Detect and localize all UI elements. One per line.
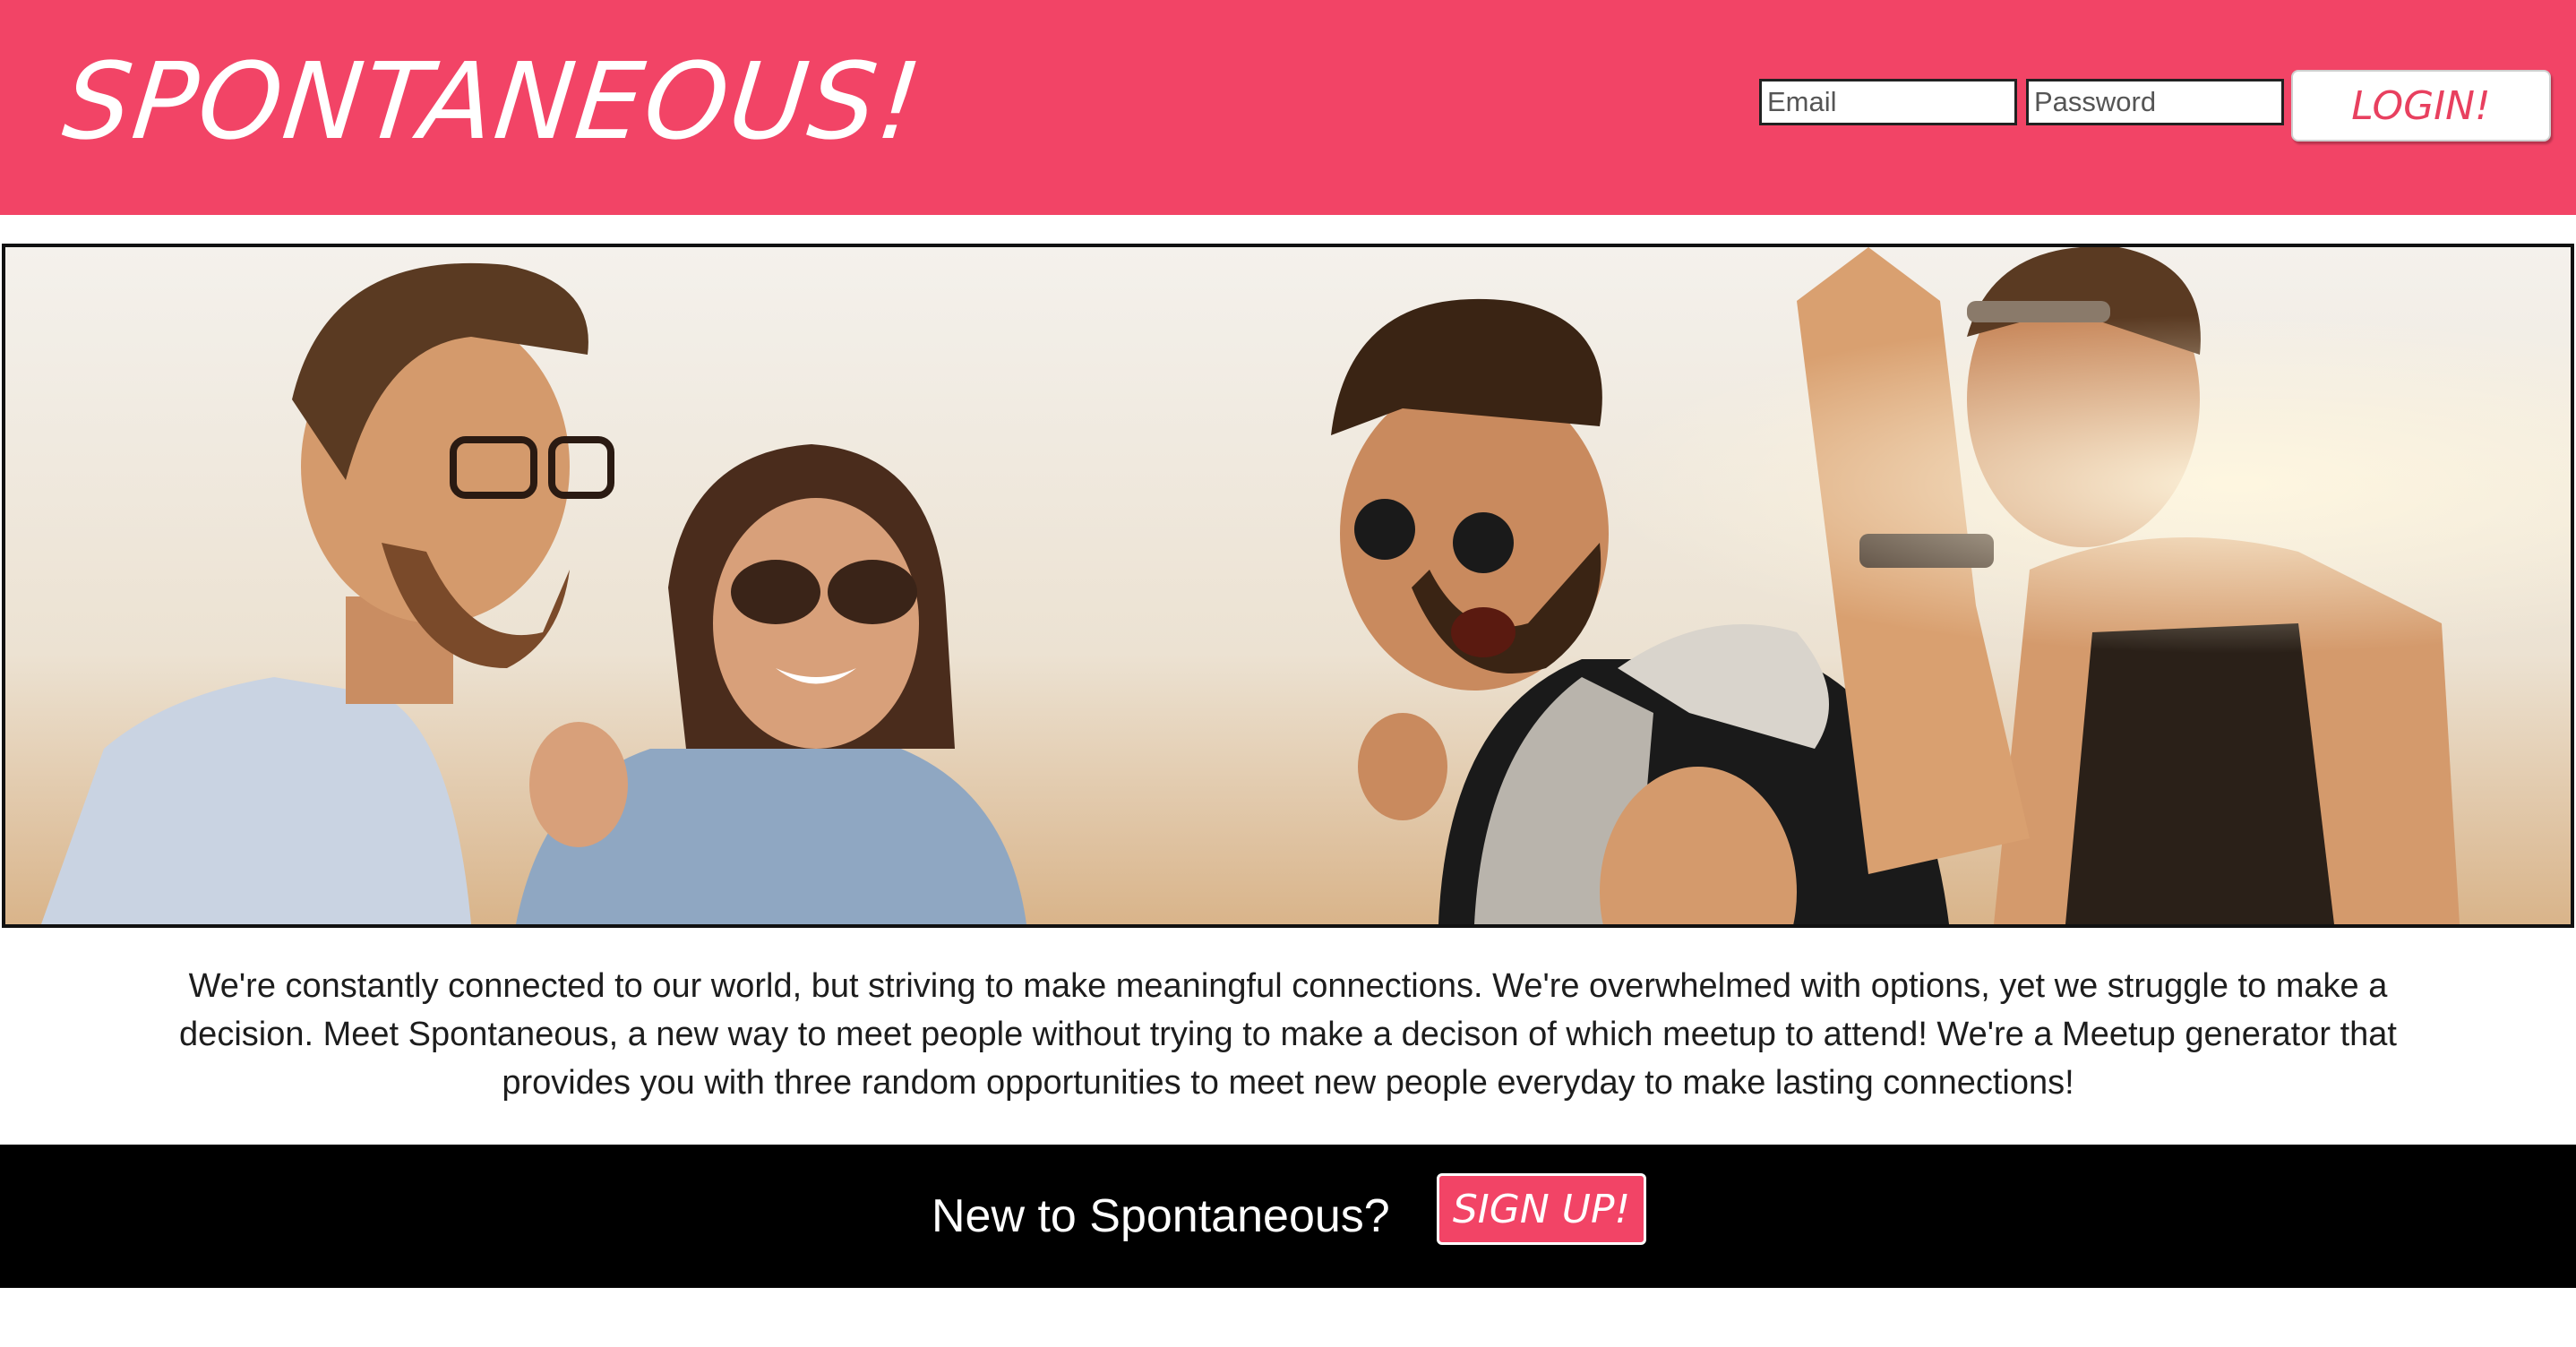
password-input[interactable] — [2026, 79, 2284, 125]
intro-description: We're constantly connected to our world,… — [179, 967, 2397, 1102]
email-input[interactable] — [1759, 79, 2017, 125]
login-button[interactable]: LOGIN! — [2291, 70, 2551, 142]
signup-prompt: New to Spontaneous? — [932, 1190, 1390, 1242]
signup-button[interactable]: SIGN UP! — [1437, 1173, 1646, 1245]
hero-photo — [5, 247, 2571, 924]
site-header: SPONTANEOUS! LOGIN! — [0, 0, 2576, 215]
site-logo[interactable]: SPONTANEOUS! — [57, 34, 929, 168]
hero-image — [2, 244, 2574, 928]
signup-bar: New to Spontaneous? SIGN UP! — [0, 1145, 2576, 1288]
